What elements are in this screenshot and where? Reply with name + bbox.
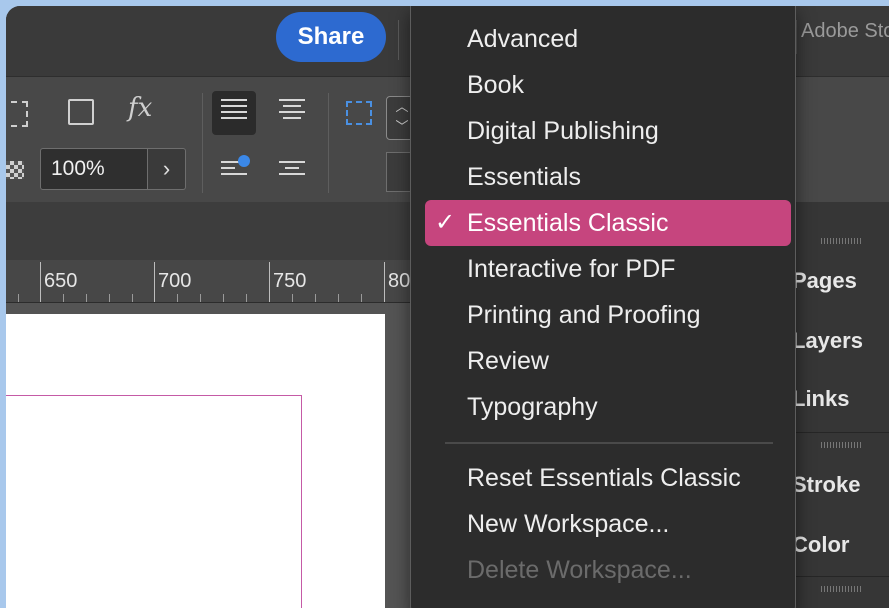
- panel-grip[interactable]: [821, 586, 861, 592]
- checkmark-icon: ✓: [435, 209, 456, 236]
- ruler-tick: [338, 294, 339, 302]
- ruler-tick: [40, 262, 41, 302]
- ruler-tick: [246, 294, 247, 302]
- ruler-tick: [315, 294, 316, 302]
- menu-item-label: Interactive for PDF: [467, 255, 676, 283]
- menu-item-digital-publishing[interactable]: Digital Publishing: [425, 108, 791, 154]
- align-justify-icon: [279, 99, 305, 123]
- menu-item-review[interactable]: Review: [425, 338, 791, 384]
- panel-stroke[interactable]: Stroke: [792, 472, 860, 498]
- menu-item-delete-workspace: Delete Workspace...: [425, 547, 791, 593]
- horizontal-ruler[interactable]: 650 700 750 80: [6, 260, 411, 303]
- workspace-menu: Advanced Book Digital Publishing Essenti…: [410, 6, 796, 608]
- menu-item-label: Reset Essentials Classic: [467, 464, 741, 492]
- menu-item-interactive-for-pdf[interactable]: Interactive for PDF: [425, 246, 791, 292]
- ruler-label: 80: [388, 270, 411, 292]
- menu-item-reset-essentials-classic[interactable]: Reset Essentials Classic: [425, 455, 791, 501]
- menu-separator: [445, 442, 773, 444]
- ruler-tick: [132, 294, 133, 302]
- ruler-tick: [361, 294, 362, 302]
- panel-grip[interactable]: [821, 238, 861, 244]
- vertical-justify-icon: [279, 161, 305, 179]
- fx-effects-icon[interactable]: fx: [128, 93, 152, 123]
- ruler-tick: [63, 294, 64, 302]
- menu-item-typography[interactable]: Typography: [425, 384, 791, 430]
- menu-item-label: Advanced: [467, 25, 579, 53]
- ruler-tick: [109, 294, 110, 302]
- ruler-tick: [18, 294, 19, 302]
- margin-guide: [6, 395, 302, 608]
- menu-item-label: Essentials Classic: [467, 209, 669, 237]
- ruler-tick: [200, 294, 201, 302]
- adobe-stock-search[interactable]: Adobe Stock: [796, 20, 889, 54]
- menu-item-label: Typography: [467, 393, 598, 421]
- ruler-tick: [223, 294, 224, 302]
- menu-item-label: Book: [467, 71, 524, 99]
- ruler-label: 700: [158, 270, 192, 292]
- menu-item-label: Delete Workspace...: [467, 556, 692, 584]
- indesign-window: Share Adobe Stock fx 100% › ︿ ﹀: [6, 6, 889, 608]
- ruler-label: 650: [44, 270, 78, 292]
- align-center-icon: [221, 99, 247, 123]
- ruler-tick: [269, 262, 270, 302]
- ruler-tick: [86, 294, 87, 302]
- panel-color[interactable]: Color: [792, 532, 849, 558]
- align-center-button[interactable]: [212, 91, 256, 135]
- auto-fit-icon[interactable]: [346, 101, 372, 125]
- panel-divider: [796, 432, 889, 433]
- ruler-tick: [384, 262, 385, 302]
- ruler-tick: [292, 294, 293, 302]
- topbar-divider: [398, 20, 399, 60]
- menu-item-new-workspace[interactable]: New Workspace...: [425, 501, 791, 547]
- panel-pages[interactable]: Pages: [792, 268, 857, 294]
- menu-item-label: Review: [467, 347, 549, 375]
- share-button[interactable]: Share: [276, 12, 386, 62]
- menu-item-label: Essentials: [467, 163, 581, 191]
- opacity-percent-field[interactable]: 100%: [40, 148, 148, 190]
- menu-item-book[interactable]: Book: [425, 62, 791, 108]
- control-divider: [328, 93, 329, 193]
- panel-links[interactable]: Links: [792, 386, 849, 412]
- panel-layers[interactable]: Layers: [792, 328, 863, 354]
- opacity-arrow-button[interactable]: ›: [148, 148, 186, 190]
- menu-item-label: New Workspace...: [467, 510, 670, 538]
- panel-divider: [796, 576, 889, 577]
- menu-item-label: Printing and Proofing: [467, 301, 701, 329]
- menu-item-essentials-classic[interactable]: ✓ Essentials Classic: [425, 200, 791, 246]
- opacity-checker-icon: [6, 161, 24, 179]
- panel-grip[interactable]: [821, 442, 861, 448]
- ruler-label: 750: [273, 270, 307, 292]
- wrap-dot-icon: [238, 155, 250, 167]
- rectangle-frame-icon[interactable]: [68, 99, 94, 125]
- align-justify-button[interactable]: [270, 91, 314, 135]
- menu-item-essentials[interactable]: Essentials: [425, 154, 791, 200]
- vertical-justify-button[interactable]: [270, 147, 314, 191]
- frame-fitting-icon[interactable]: [6, 101, 28, 127]
- ruler-tick: [154, 262, 155, 302]
- control-divider: [202, 93, 203, 193]
- text-wrap-button[interactable]: [212, 147, 256, 191]
- menu-item-label: Digital Publishing: [467, 117, 659, 145]
- menu-item-advanced[interactable]: Advanced: [425, 16, 791, 62]
- menu-item-printing-and-proofing[interactable]: Printing and Proofing: [425, 292, 791, 338]
- ruler-tick: [177, 294, 178, 302]
